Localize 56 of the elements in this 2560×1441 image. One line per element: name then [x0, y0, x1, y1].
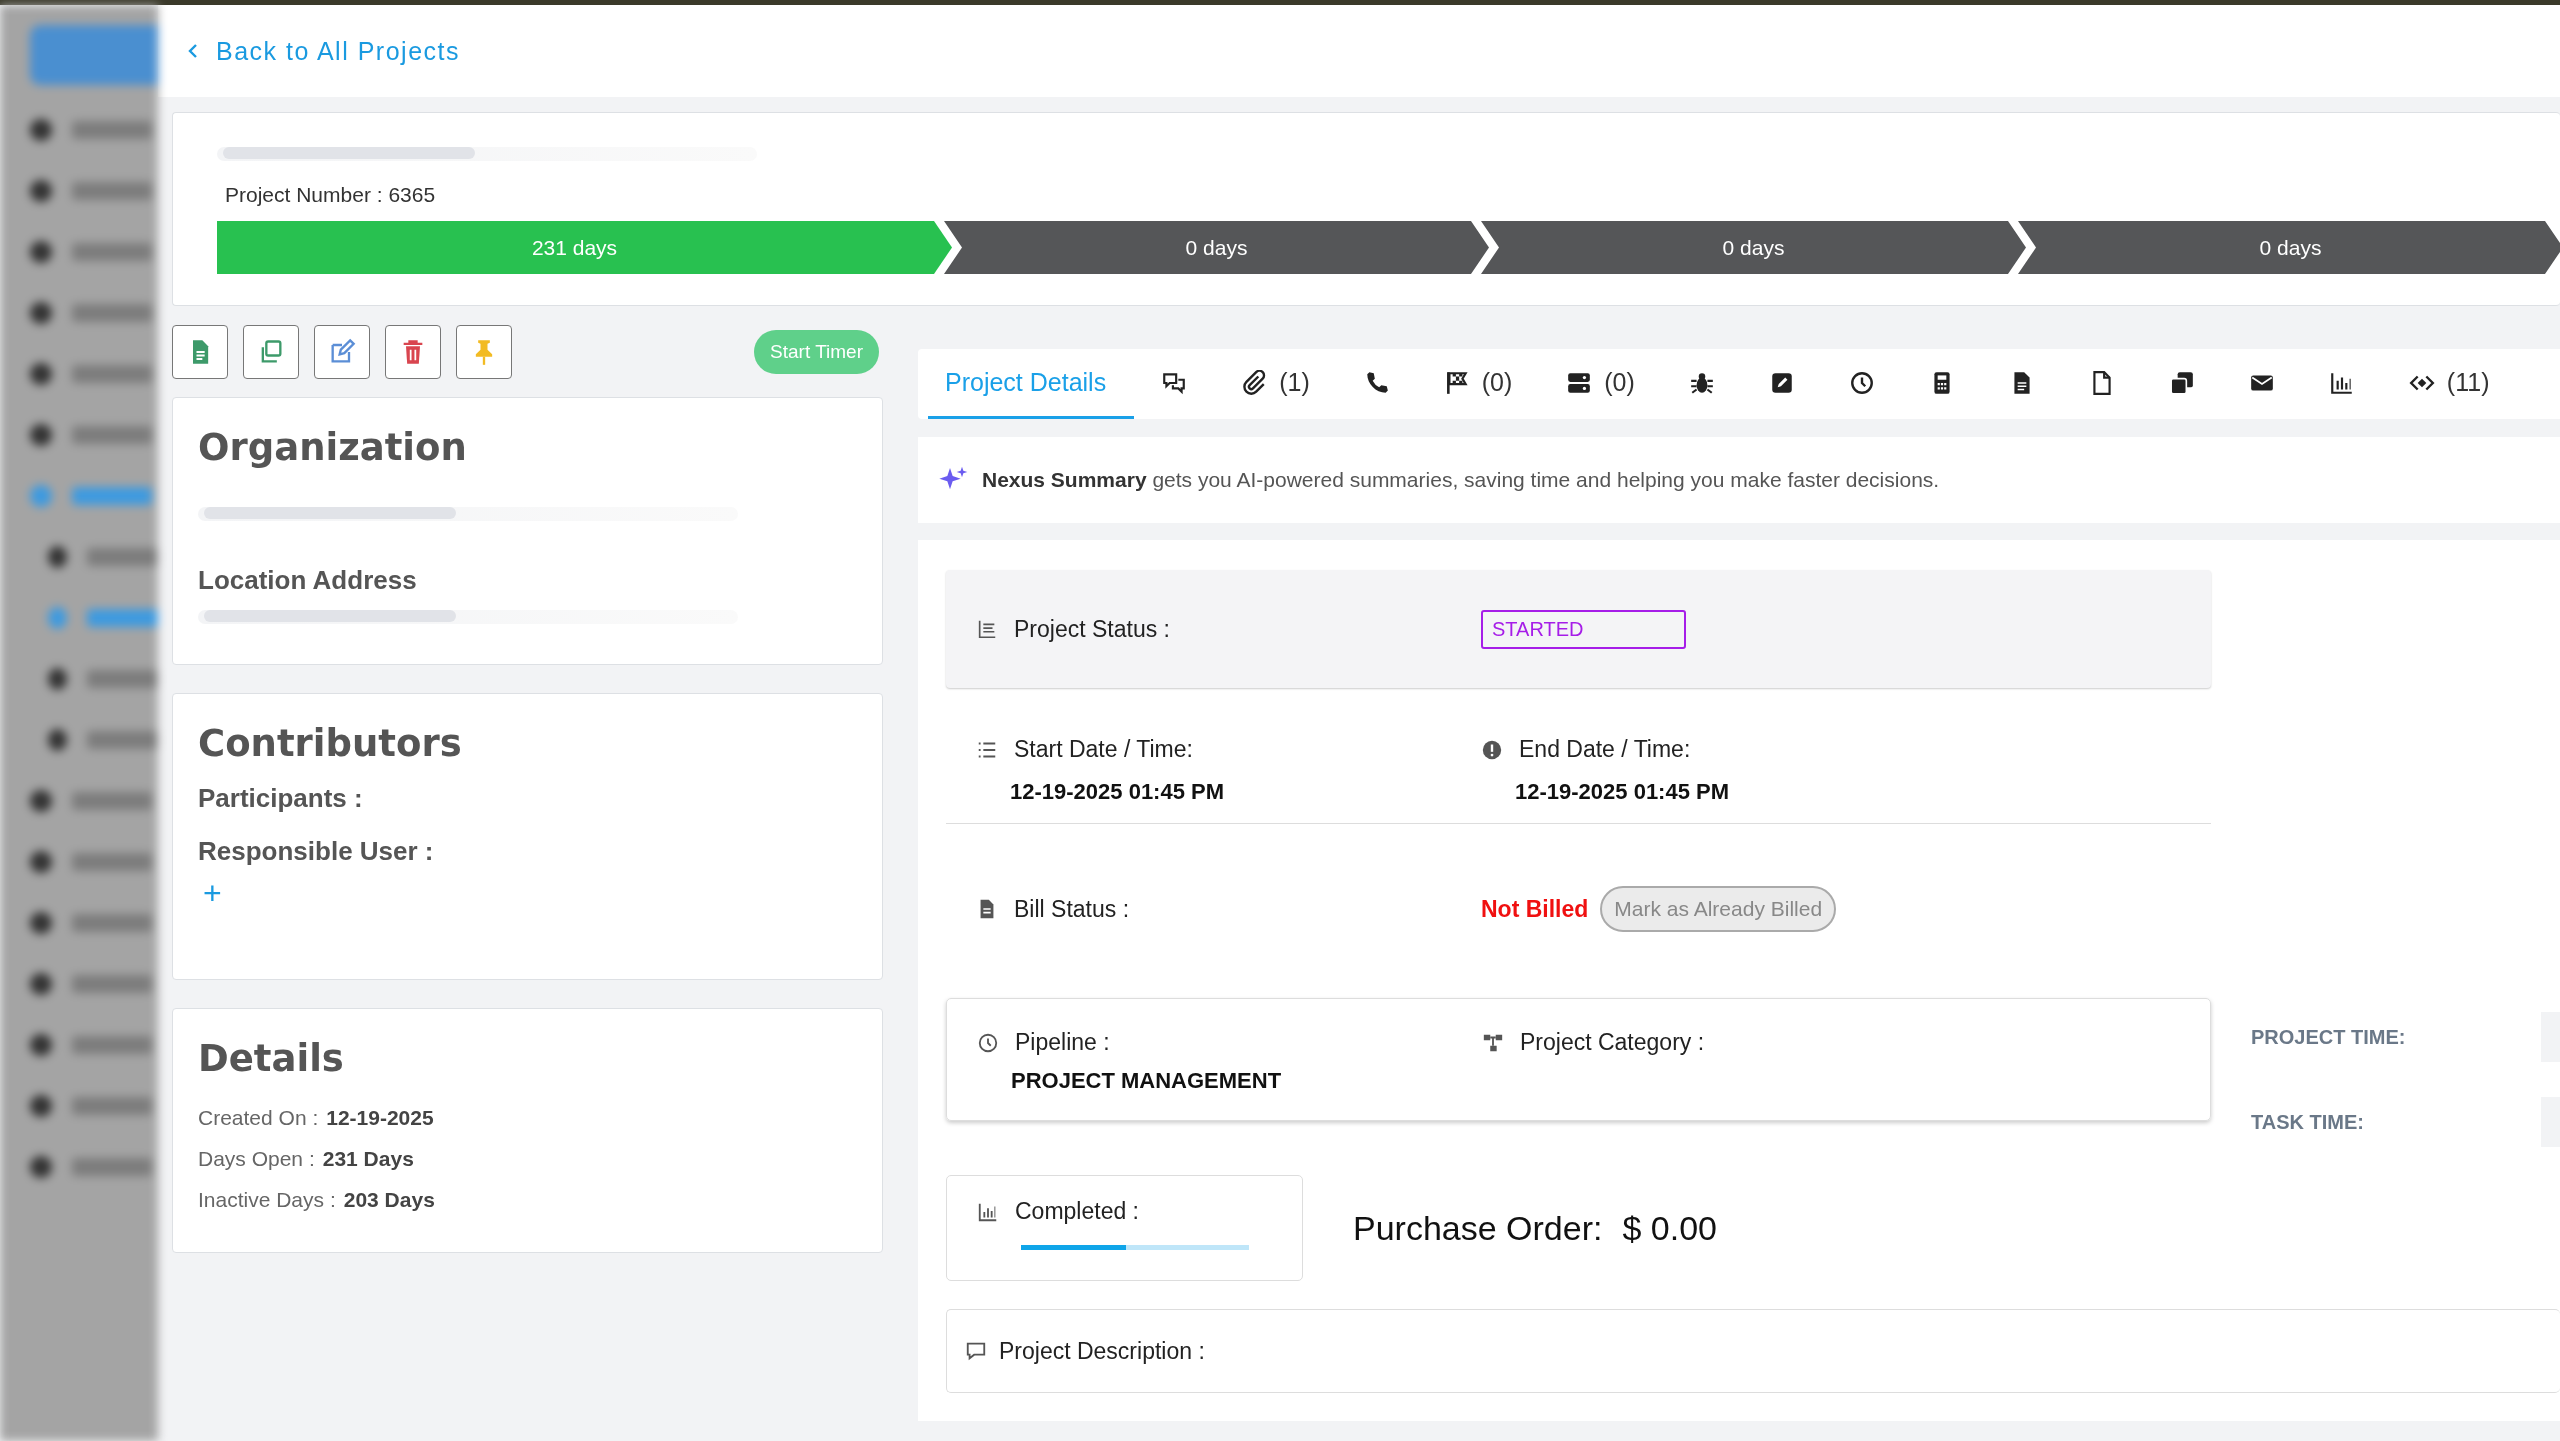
- time-label: PROJECT TIME:: [2251, 1025, 2407, 1049]
- detail-label: Created On :: [198, 1106, 319, 1129]
- tab[interactable]: Project Details: [928, 349, 1135, 419]
- end-date-value: 12-19-2025 01:45 PM: [1514, 779, 1731, 805]
- time-label: TASK TIME:: [2251, 1110, 2365, 1134]
- card-title: Contributors: [198, 722, 463, 765]
- list-icon: [976, 618, 998, 640]
- add-button[interactable]: +: [198, 877, 227, 909]
- participants-label: Participants :: [198, 783, 364, 814]
- category-label: Project Category :: [1520, 1029, 1705, 1056]
- start-timer-button[interactable]: Start Timer: [754, 330, 879, 374]
- pin-button[interactable]: [456, 325, 512, 379]
- detail-value: 203 Days: [343, 1188, 435, 1211]
- back-link[interactable]: Back to All Projects: [188, 36, 460, 66]
- tab[interactable]: (0): [1539, 349, 1662, 419]
- stage-step: 0 days: [2018, 221, 2560, 274]
- end-date-label: End Date / Time:: [1519, 736, 1691, 763]
- tab[interactable]: (11): [2381, 349, 2517, 419]
- duplicate-button[interactable]: [243, 325, 299, 379]
- bill-status-label: Bill Status :: [1014, 895, 1130, 923]
- pipeline-label: Pipeline :: [1015, 1029, 1110, 1056]
- status-badge: STARTED: [1481, 609, 1686, 649]
- stage-step: 231 days: [217, 221, 952, 274]
- purchase-order-value: $ 0.00: [1622, 1208, 1717, 1248]
- start-date-label: Start Date / Time:: [1014, 736, 1193, 763]
- start-date-value: 12-19-2025 01:45 PM: [1009, 779, 1226, 805]
- exclamation-circle-icon: [1481, 738, 1503, 761]
- detail-label: Inactive Days :: [198, 1188, 336, 1211]
- document-button[interactable]: [172, 325, 228, 379]
- stage-step: 0 days: [944, 221, 1489, 274]
- card-title: Organization: [198, 426, 468, 469]
- mark-billed-button[interactable]: Mark as Already Billed: [1600, 886, 1837, 932]
- chevron-left-icon: [188, 43, 198, 59]
- status-label: Project Status :: [1014, 615, 1170, 643]
- project-number: Project Number : 6365: [225, 183, 437, 207]
- clock-icon: [1848, 369, 1875, 396]
- comment-icon: [965, 1340, 987, 1362]
- description-label: Project Description :: [999, 1337, 1205, 1365]
- completed-label: Completed :: [1015, 1198, 1139, 1225]
- edit-button[interactable]: [314, 325, 370, 379]
- summary-text: Nexus Summary gets you AI-powered summaries, saving time and helping you make faster decisions.: [982, 468, 1940, 492]
- location-label: Location Address: [198, 565, 418, 596]
- detail-label: Days Open :: [198, 1147, 315, 1170]
- clock-icon: [977, 1031, 999, 1054]
- responsible-user-label: Responsible User :: [198, 836, 435, 867]
- detail-value: 231 Days: [322, 1147, 414, 1170]
- bill-status-value: Not Billed: [1481, 895, 1589, 923]
- stage-step: 0 days: [1481, 221, 2026, 274]
- detail-value: 12-19-2025: [326, 1106, 434, 1129]
- card-title: Details: [198, 1037, 345, 1080]
- tab[interactable]: (0): [1416, 349, 1540, 419]
- pipeline-value: PROJECT MANAGEMENT: [1010, 1068, 1283, 1094]
- delete-button[interactable]: [385, 325, 441, 379]
- tab[interactable]: (1): [1214, 349, 1337, 419]
- paperclip-icon: [1241, 369, 1268, 396]
- purchase-order-label: Purchase Order:: [1353, 1208, 1603, 1248]
